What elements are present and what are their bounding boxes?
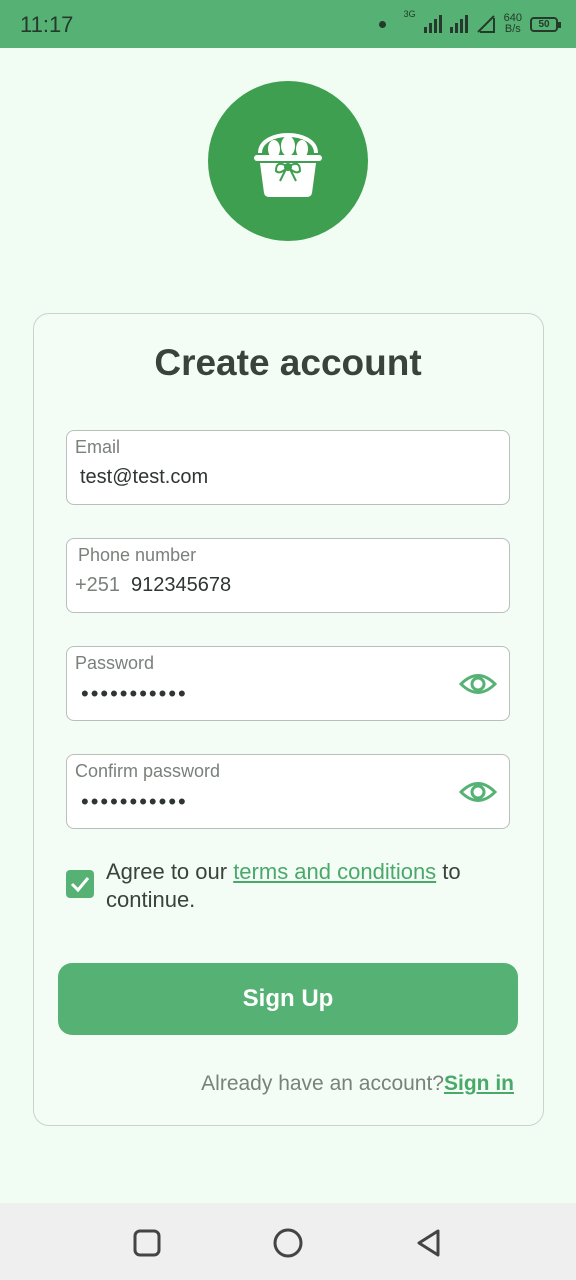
confirm-password-value: ••••••••••• xyxy=(81,789,188,814)
confirm-password-field[interactable]: Confirm password ••••••••••• xyxy=(66,754,510,829)
sign-in-link[interactable]: Sign in xyxy=(444,1072,514,1095)
phone-prefix: +251 xyxy=(75,574,121,596)
notification-dot-icon xyxy=(378,20,386,28)
already-text: Already have an account? xyxy=(201,1072,444,1095)
password-label: Password xyxy=(75,653,155,673)
triangle-back-icon[interactable] xyxy=(413,1227,445,1259)
navigation-bar xyxy=(0,1203,576,1280)
password-field[interactable]: Password ••••••••••• xyxy=(66,646,510,721)
net-speed: 640 B/s xyxy=(504,13,522,35)
eye-icon[interactable] xyxy=(459,777,497,807)
network-type: 3G xyxy=(403,9,416,19)
basket-icon xyxy=(254,133,322,197)
confirm-password-label: Confirm password xyxy=(75,761,221,781)
terms-checkbox[interactable] xyxy=(66,870,94,898)
email-label: Email xyxy=(75,437,121,457)
eye-icon[interactable] xyxy=(459,669,497,699)
status-icons: 3G 640 B/s 50 xyxy=(378,9,561,38)
phone-value: 912345678 xyxy=(131,574,232,596)
terms-prefix: Agree to our xyxy=(106,859,234,884)
terms-text: Agree to our terms and conditions to con… xyxy=(106,858,516,914)
phone-field[interactable]: Phone number +251 912345678 xyxy=(66,538,510,613)
phone-label: Phone number xyxy=(78,545,197,565)
signal-icon xyxy=(423,15,442,33)
signal-2-icon xyxy=(449,15,468,33)
status-bar: 11:17 3G 640 B/s 50 xyxy=(0,0,576,48)
terms-link[interactable]: terms and conditions xyxy=(233,859,436,884)
sign-in-prompt: Already have an account?Sign in xyxy=(201,1072,514,1096)
net-speed-unit: B/s xyxy=(504,23,521,35)
app-logo xyxy=(208,81,368,241)
status-time: 11:17 xyxy=(20,12,74,37)
email-value: test@test.com xyxy=(80,466,209,488)
password-value: ••••••••••• xyxy=(81,681,188,706)
checkmark-icon xyxy=(70,877,90,893)
battery-icon: 50 xyxy=(530,16,561,32)
wifi-off-icon xyxy=(476,15,495,33)
email-field[interactable]: Email test@test.com xyxy=(66,430,510,505)
sign-up-button[interactable]: Sign Up xyxy=(58,963,518,1035)
page-title: Create account xyxy=(154,342,422,383)
battery-level: 50 xyxy=(538,18,550,30)
circle-icon[interactable] xyxy=(272,1227,304,1259)
square-icon[interactable] xyxy=(131,1227,163,1259)
